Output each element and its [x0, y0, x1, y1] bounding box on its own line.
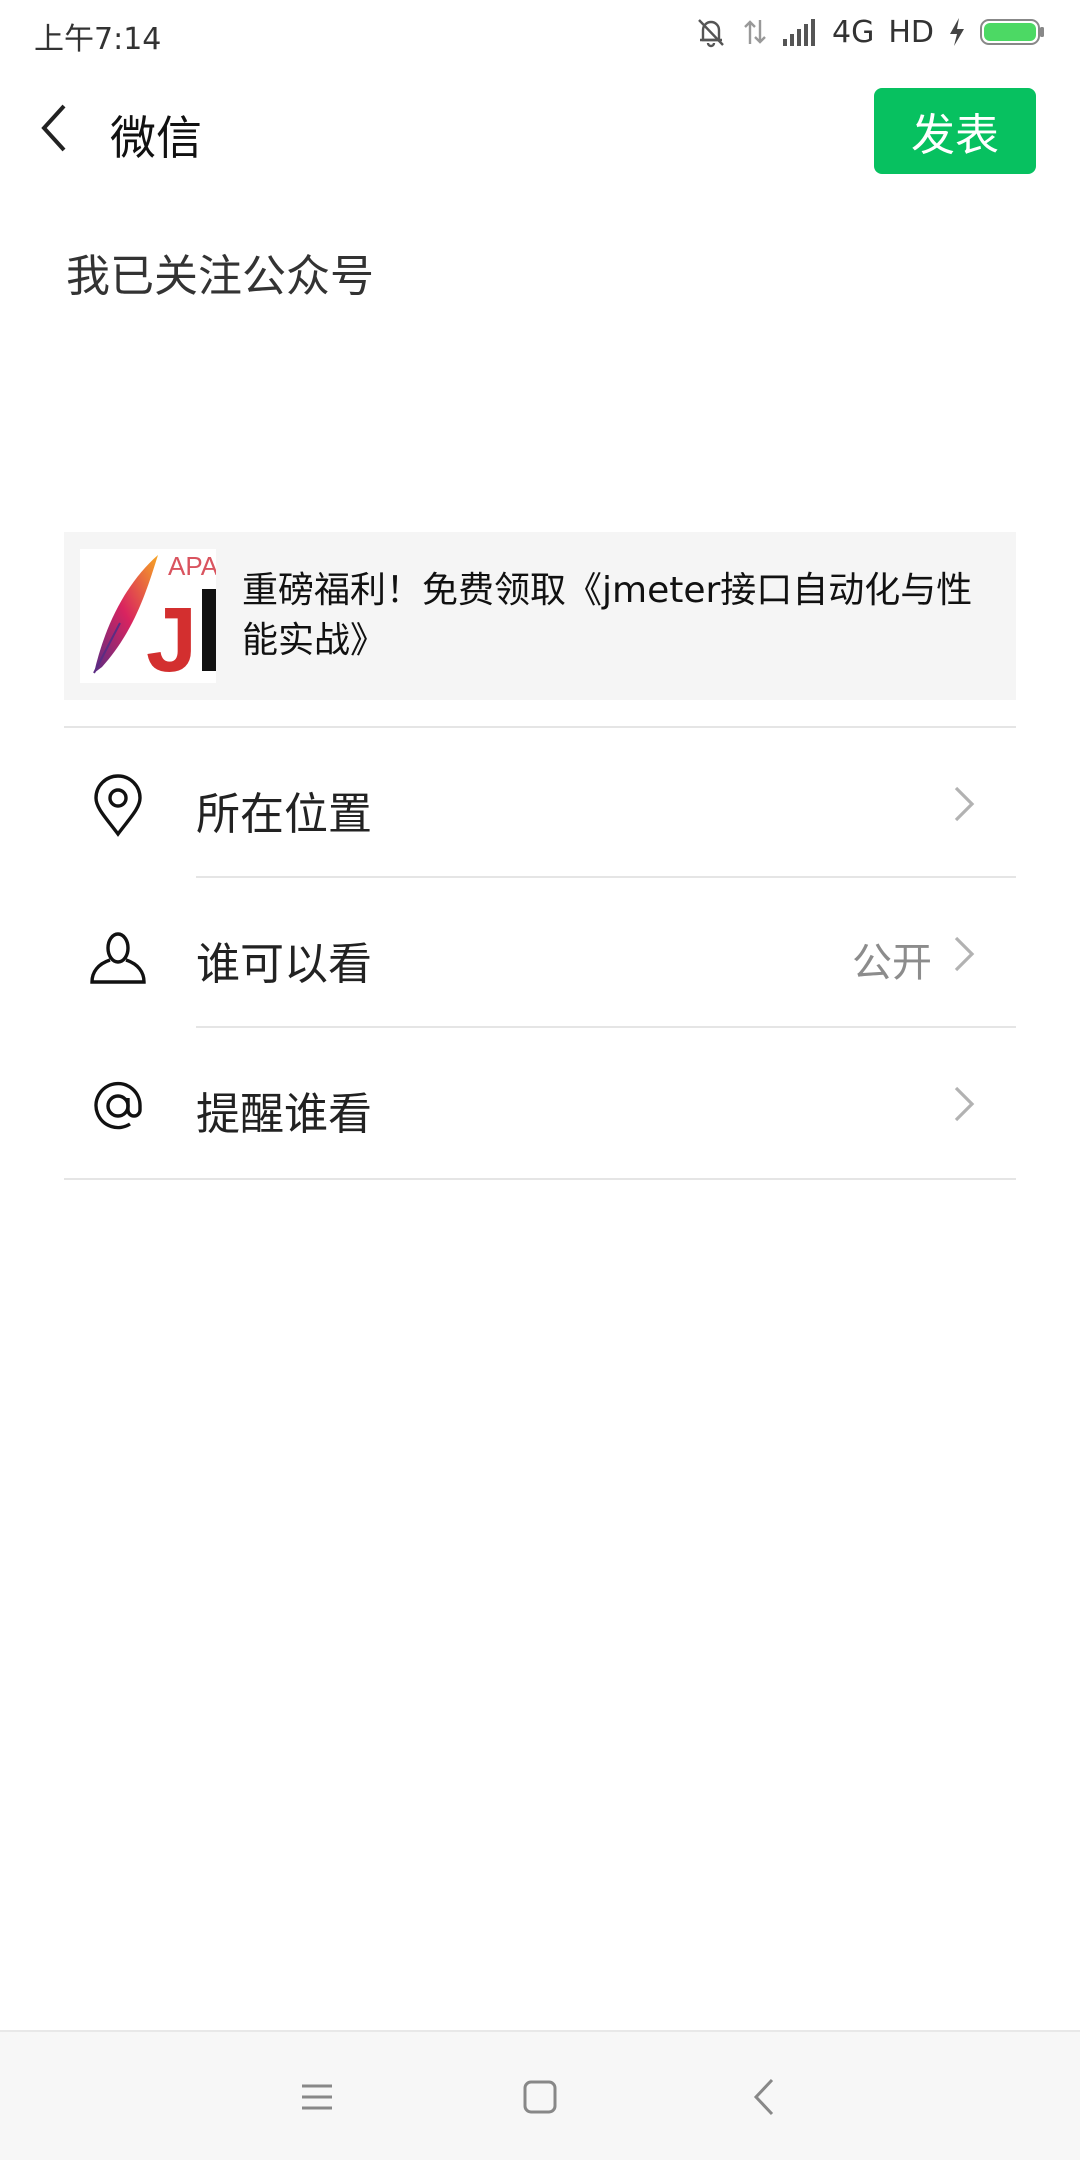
- option-value: 公开: [852, 940, 932, 986]
- divider: [64, 726, 1016, 728]
- option-location[interactable]: 所在位置: [64, 730, 1016, 880]
- charging-bolt-icon: [950, 18, 964, 46]
- divider: [196, 876, 1016, 878]
- article-thumbnail: APA J: [80, 549, 216, 683]
- signal-icon: [782, 19, 815, 46]
- article-title: 重磅福利！免费领取《jmeter接口自动化与性能实战》: [242, 570, 973, 661]
- status-bar: 上午7:14 4G HD: [0, 0, 1080, 66]
- battery-icon: [980, 19, 1044, 45]
- network-type: 4G: [831, 14, 875, 50]
- data-arrows-icon: [744, 20, 766, 44]
- back-icon[interactable]: [28, 98, 88, 158]
- menu-icon[interactable]: [292, 2072, 342, 2122]
- option-label: 提醒谁看: [196, 1089, 372, 1140]
- status-icons: 4G HD: [694, 12, 1046, 52]
- option-label: 谁可以看: [196, 939, 372, 990]
- option-mention[interactable]: 提醒谁看: [64, 1030, 1016, 1180]
- home-square-icon[interactable]: [515, 2072, 565, 2122]
- page-title: 微信: [110, 111, 202, 165]
- option-label: 所在位置: [196, 789, 372, 840]
- divider: [196, 1026, 1016, 1028]
- back-triangle-icon[interactable]: [742, 2072, 792, 2122]
- chevron-right-icon: [954, 1086, 975, 1122]
- top-bar: 微信 发表: [0, 66, 1080, 196]
- divider: [64, 1178, 1016, 1180]
- svg-text:APA: APA: [168, 551, 216, 581]
- publish-button[interactable]: 发表: [874, 88, 1036, 174]
- person-icon: [90, 932, 146, 984]
- status-time: 上午7:14: [34, 22, 162, 57]
- moments-compose-screen: 上午7:14 4G HD 微信 发表 我已关注公众号 APA J 重磅福利！免费…: [0, 0, 1080, 2160]
- apache-feather-logo: APA J: [93, 551, 216, 683]
- svg-text:J: J: [146, 589, 197, 683]
- at-sign-icon: [94, 1081, 142, 1130]
- option-visibility[interactable]: 谁可以看 公开: [64, 880, 1016, 1030]
- mute-bell-icon: [698, 19, 724, 48]
- chevron-right-icon: [954, 786, 975, 822]
- chevron-right-icon: [954, 936, 975, 972]
- post-text-input[interactable]: 我已关注公众号: [66, 240, 374, 304]
- system-nav-bar: [0, 2030, 1080, 2160]
- hd-indicator: HD: [888, 14, 934, 50]
- shared-article-card[interactable]: APA J 重磅福利！免费领取《jmeter接口自动化与性能实战》: [64, 532, 1016, 700]
- location-pin-icon: [94, 774, 142, 837]
